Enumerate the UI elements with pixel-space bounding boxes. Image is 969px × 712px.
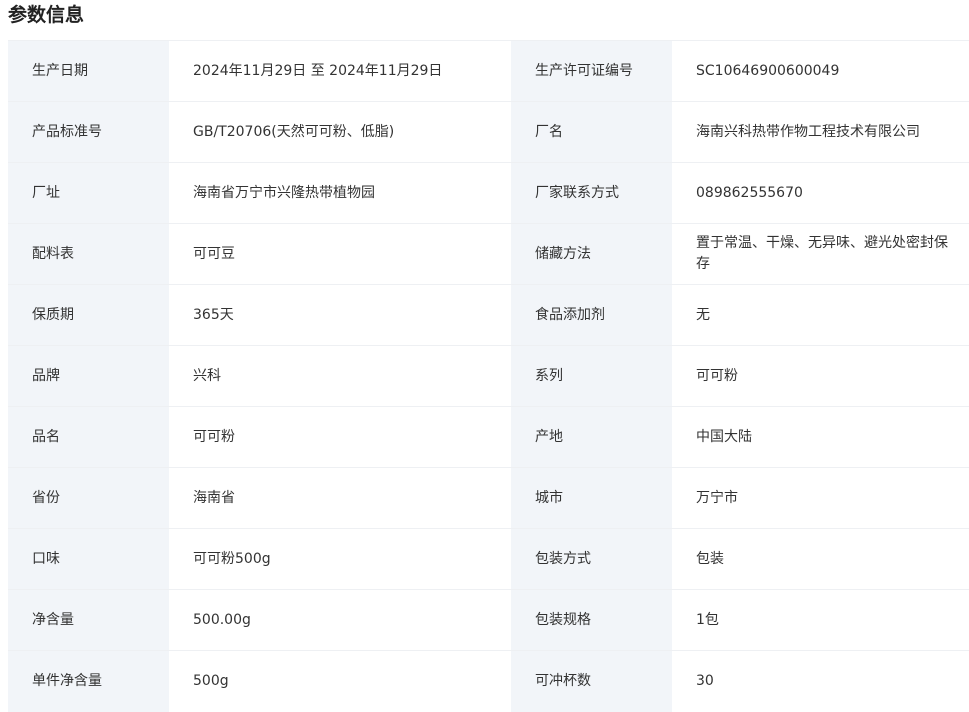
param-label: 口味 <box>8 528 169 590</box>
param-value: 可可粉 <box>169 406 511 468</box>
param-value: 无 <box>672 284 969 346</box>
param-value: 500g <box>169 650 511 712</box>
param-value: 中国大陆 <box>672 406 969 468</box>
section-title: 参数信息 <box>8 4 85 26</box>
table-row: 配料表 可可豆 储藏方法 置于常温、干燥、无异味、避光处密封保存 <box>8 223 969 285</box>
param-value: 可可粉500g <box>169 528 511 590</box>
param-value: 海南兴科热带作物工程技术有限公司 <box>672 101 969 163</box>
table-row: 产品标准号 GB/T20706(天然可可粉、低脂) 厂名 海南兴科热带作物工程技… <box>8 101 969 163</box>
table-row: 品名 可可粉 产地 中国大陆 <box>8 406 969 468</box>
param-value: 089862555670 <box>672 162 969 224</box>
param-label: 净含量 <box>8 589 169 651</box>
param-label: 厂址 <box>8 162 169 224</box>
param-label: 保质期 <box>8 284 169 346</box>
param-value: 万宁市 <box>672 467 969 529</box>
table-row: 厂址 海南省万宁市兴隆热带植物园 厂家联系方式 089862555670 <box>8 162 969 224</box>
param-value: 海南省 <box>169 467 511 529</box>
param-label: 产品标准号 <box>8 101 169 163</box>
param-label: 系列 <box>511 345 672 407</box>
table-row: 省份 海南省 城市 万宁市 <box>8 467 969 529</box>
param-label: 包装规格 <box>511 589 672 651</box>
param-value: SC10646900600049 <box>672 40 969 102</box>
param-label: 储藏方法 <box>511 223 672 285</box>
table-row: 净含量 500.00g 包装规格 1包 <box>8 589 969 651</box>
param-label: 品牌 <box>8 345 169 407</box>
param-label: 包装方式 <box>511 528 672 590</box>
param-label: 配料表 <box>8 223 169 285</box>
param-value: 包装 <box>672 528 969 590</box>
param-value: 海南省万宁市兴隆热带植物园 <box>169 162 511 224</box>
param-label: 城市 <box>511 467 672 529</box>
param-value: 500.00g <box>169 589 511 651</box>
table-row: 单件净含量 500g 可冲杯数 30 <box>8 650 969 712</box>
param-value: 30 <box>672 650 969 712</box>
param-label: 省份 <box>8 467 169 529</box>
param-label: 产地 <box>511 406 672 468</box>
param-value: 置于常温、干燥、无异味、避光处密封保存 <box>672 223 969 285</box>
param-label: 生产日期 <box>8 40 169 102</box>
param-label: 厂名 <box>511 101 672 163</box>
param-value: 1包 <box>672 589 969 651</box>
params-table: 生产日期 2024年11月29日 至 2024年11月29日 生产许可证编号 S… <box>8 40 969 712</box>
table-row: 口味 可可粉500g 包装方式 包装 <box>8 528 969 590</box>
param-label: 厂家联系方式 <box>511 162 672 224</box>
param-value: GB/T20706(天然可可粉、低脂) <box>169 101 511 163</box>
table-row: 保质期 365天 食品添加剂 无 <box>8 284 969 346</box>
param-value: 兴科 <box>169 345 511 407</box>
param-label: 食品添加剂 <box>511 284 672 346</box>
param-label: 可冲杯数 <box>511 650 672 712</box>
param-label: 单件净含量 <box>8 650 169 712</box>
param-value: 可可粉 <box>672 345 969 407</box>
param-value: 2024年11月29日 至 2024年11月29日 <box>169 40 511 102</box>
param-label: 品名 <box>8 406 169 468</box>
param-value: 可可豆 <box>169 223 511 285</box>
table-row: 品牌 兴科 系列 可可粉 <box>8 345 969 407</box>
table-row: 生产日期 2024年11月29日 至 2024年11月29日 生产许可证编号 S… <box>8 40 969 102</box>
param-value: 365天 <box>169 284 511 346</box>
param-label: 生产许可证编号 <box>511 40 672 102</box>
